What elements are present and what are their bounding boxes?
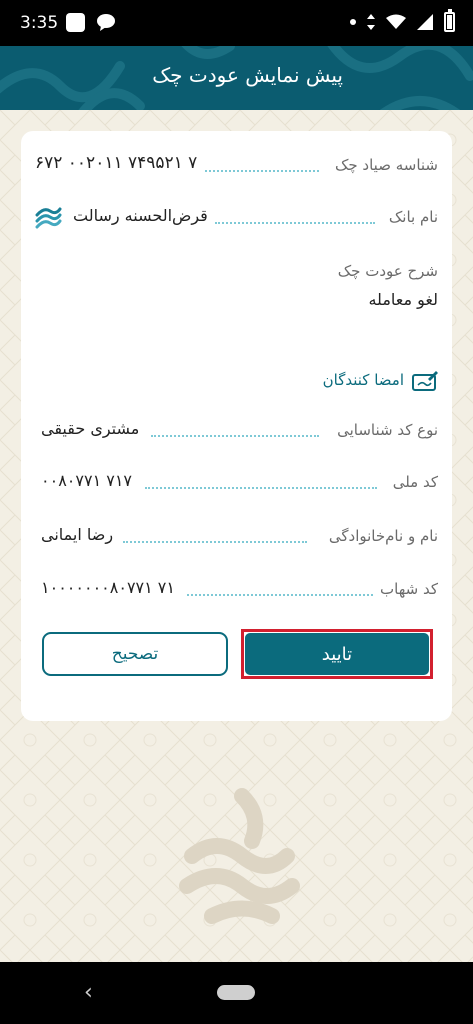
notification-dot-icon <box>350 19 356 25</box>
back-icon[interactable]: ‹ <box>84 980 93 1005</box>
id-type-value: مشتری حقیقی <box>41 419 140 438</box>
id-type-leader <box>151 435 319 437</box>
signature-icon <box>412 371 438 391</box>
resalat-watermark-logo <box>179 788 300 924</box>
signal-icon <box>417 14 433 30</box>
resalat-bank-logo-icon <box>35 207 62 229</box>
bank-name-leader <box>215 222 375 224</box>
bank-name-value: قرض‌الحسنه رسالت <box>73 206 208 225</box>
system-nav-bar: ‹ <box>0 962 473 1024</box>
correct-button[interactable]: تصحیح <box>42 632 228 676</box>
full-name-label: نام و نام‌خانوادگی <box>328 527 438 545</box>
status-bar: 3:35 <box>0 0 473 46</box>
national-code-value: ۰۰۸۰۷۷۱ ۷۱۷ <box>41 471 133 490</box>
status-time: 3:35 <box>20 13 59 33</box>
bank-name-label: نام بانک <box>388 208 438 226</box>
signers-heading: امضا کنندگان <box>323 369 438 391</box>
sayad-id-value: ۶۷۲ ۰۰۲۰۱۱ ۷۴۹۵۲۱ ۷ <box>35 153 198 173</box>
national-code-leader <box>145 487 377 489</box>
shahab-code-leader <box>187 594 373 596</box>
page-title: پیش نمایش عودت چک <box>152 63 343 87</box>
data-arrows-icon <box>367 14 375 30</box>
confirm-button[interactable]: تایید <box>245 633 429 675</box>
battery-icon <box>444 9 455 32</box>
home-pill-button[interactable] <box>217 985 255 1000</box>
signers-title: امضا کنندگان <box>322 371 404 389</box>
sayad-id-label: شناسه صیاد چک <box>334 156 438 174</box>
full-name-leader <box>123 541 307 543</box>
app-notification-icon <box>66 13 85 32</box>
wifi-icon <box>386 14 406 29</box>
id-type-label: نوع کد شناسایی <box>337 421 438 439</box>
shahab-code-label: کد شهاب <box>380 580 438 598</box>
full-name-value: رضا ایمانی <box>41 525 114 544</box>
app-header: پیش نمایش عودت چک <box>0 46 473 110</box>
national-code-label: کد ملی <box>392 473 438 491</box>
shahab-code-value: ۱۰۰۰۰۰۰۰۸۰۷۷۱ ۷۱ <box>41 578 175 597</box>
chat-notification-icon <box>97 14 115 31</box>
sayad-id-leader <box>205 170 319 172</box>
description-value: لغو معامله <box>368 290 438 309</box>
description-label: شرح عودت چک <box>337 262 438 280</box>
check-preview-card: شناسه صیاد چک ۶۷۲ ۰۰۲۰۱۱ ۷۴۹۵۲۱ ۷ نام با… <box>21 131 452 721</box>
